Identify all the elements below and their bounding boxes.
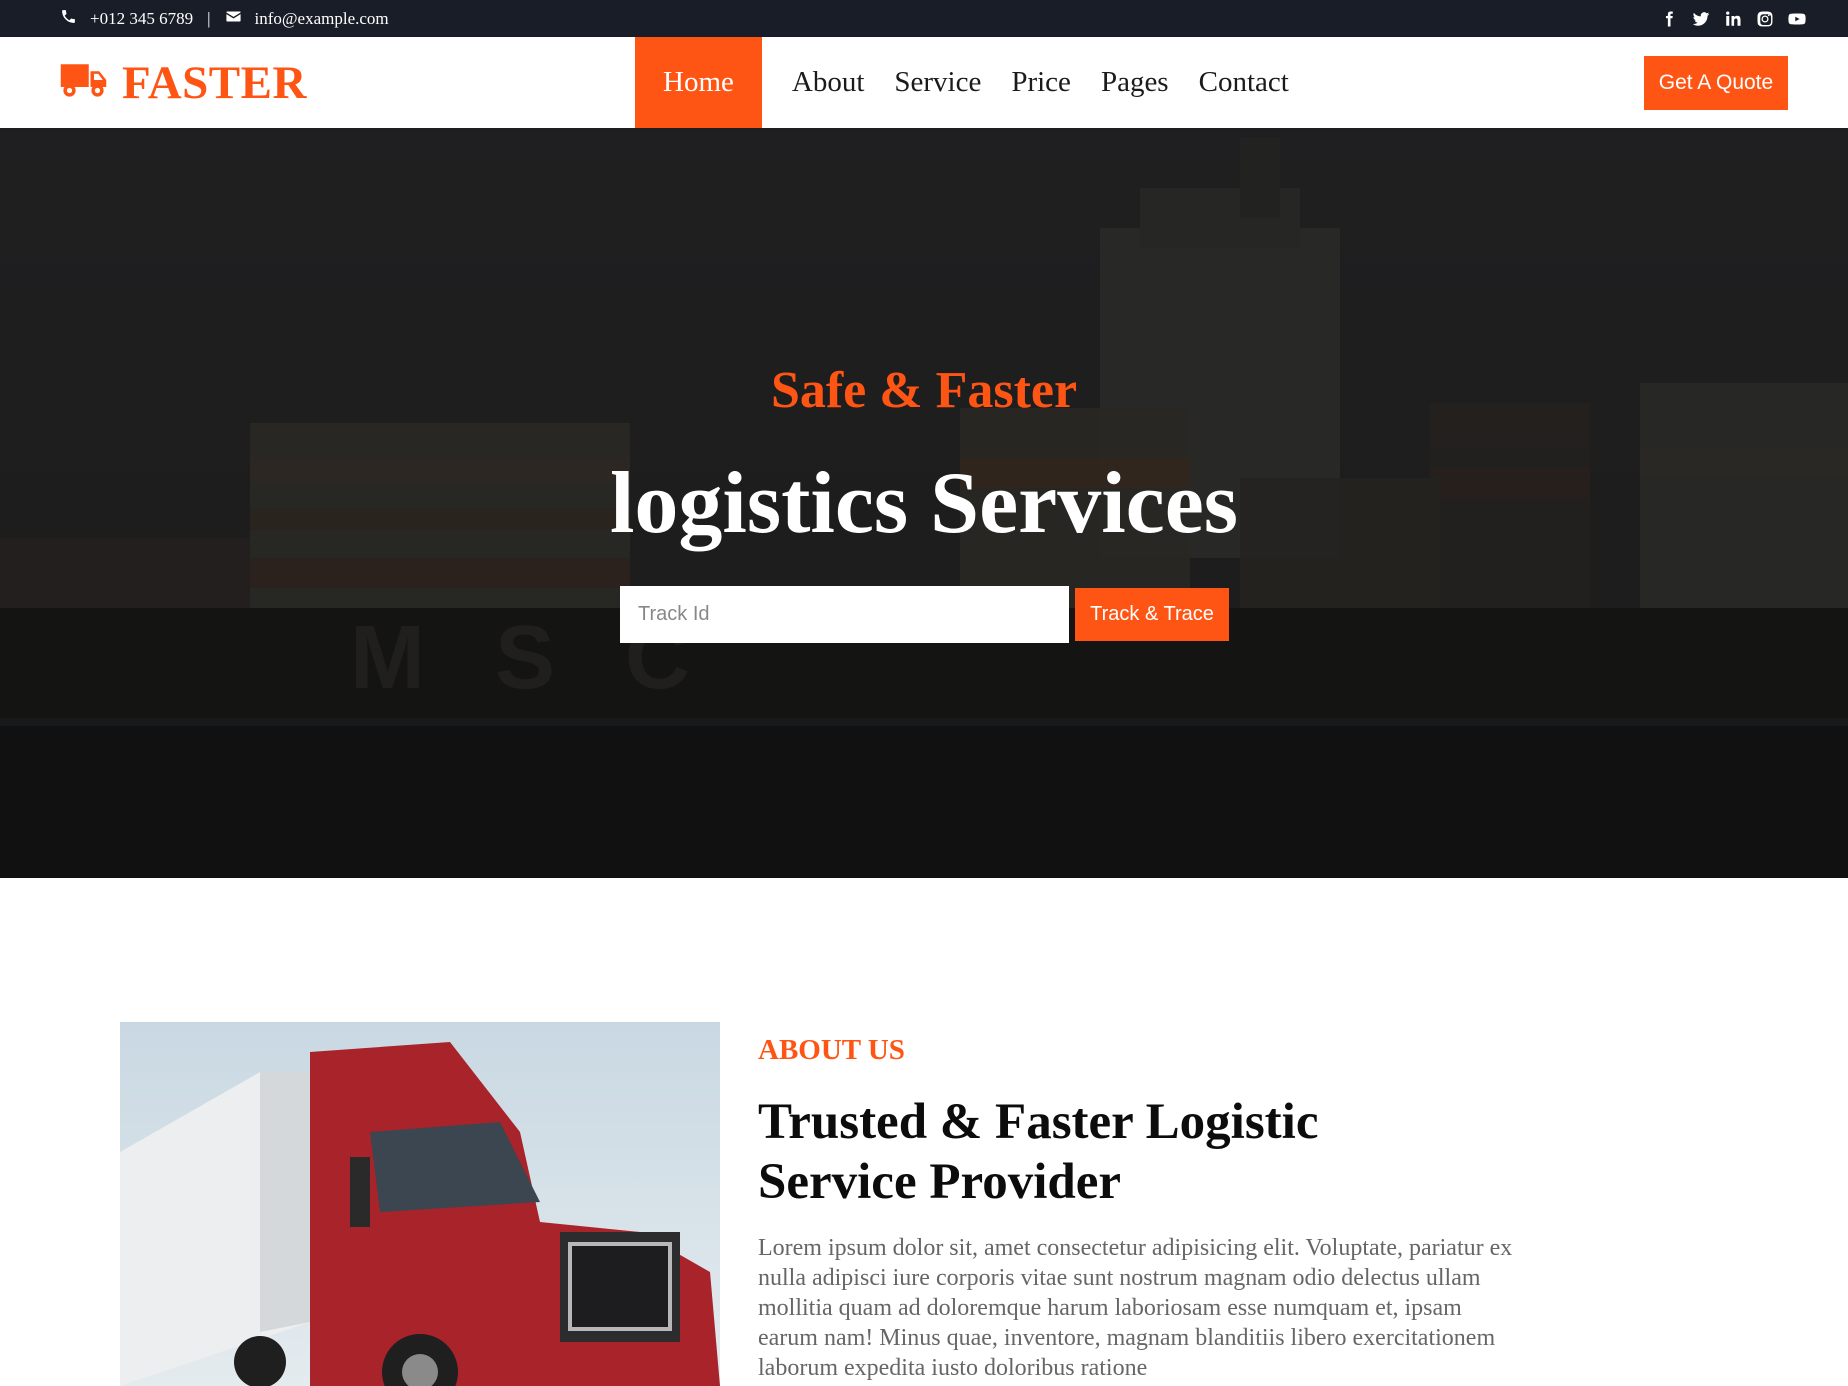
hero-content: Safe & Faster logistics Services Track &… <box>0 128 1848 878</box>
contact-info: +012 345 6789 | info@example.com <box>60 0 389 37</box>
brand-logo[interactable]: FASTER <box>59 37 307 128</box>
about-kicker: ABOUT US <box>758 1034 905 1066</box>
about-truck-image <box>120 1022 720 1386</box>
main-navbar: FASTER Home About Service Price Pages Co… <box>0 37 1848 128</box>
nav-item-about[interactable]: About <box>777 37 880 128</box>
nav-item-home[interactable]: Home <box>635 37 762 128</box>
nav-menu: Home About Service Price Pages Contact <box>635 37 1304 128</box>
nav-item-service[interactable]: Service <box>879 37 996 128</box>
nav-item-contact[interactable]: Contact <box>1184 37 1304 128</box>
about-description: Lorem ipsum dolor sit, amet consectetur … <box>758 1235 1513 1381</box>
phone-icon <box>60 8 90 30</box>
brand-name: FASTER <box>122 56 307 109</box>
youtube-icon[interactable] <box>1788 10 1806 28</box>
hero-headline: logistics Services <box>609 455 1239 552</box>
envelope-icon <box>225 8 255 30</box>
track-id-input[interactable] <box>620 586 1069 643</box>
hero-kicker: Safe & Faster <box>770 362 1078 419</box>
nav-item-pages[interactable]: Pages <box>1086 37 1184 128</box>
instagram-icon[interactable] <box>1756 10 1774 28</box>
hero-section: MSC Safe & Faster logistics Services Tra… <box>0 128 1848 878</box>
phone-number[interactable]: +012 345 6789 <box>90 9 193 29</box>
linkedin-icon[interactable] <box>1724 10 1742 28</box>
nav-item-price[interactable]: Price <box>996 37 1086 128</box>
twitter-icon[interactable] <box>1692 10 1710 28</box>
about-title: Trusted & Faster Logistic Service Provid… <box>758 1094 1319 1210</box>
track-trace-button[interactable]: Track & Trace <box>1075 588 1229 641</box>
truck-icon <box>59 59 122 106</box>
email-address[interactable]: info@example.com <box>255 9 389 29</box>
top-bar: +012 345 6789 | info@example.com <box>0 0 1848 37</box>
facebook-icon[interactable] <box>1660 10 1678 28</box>
get-quote-button[interactable]: Get A Quote <box>1644 56 1788 110</box>
contact-separator: | <box>207 8 211 28</box>
social-links <box>1660 0 1806 37</box>
